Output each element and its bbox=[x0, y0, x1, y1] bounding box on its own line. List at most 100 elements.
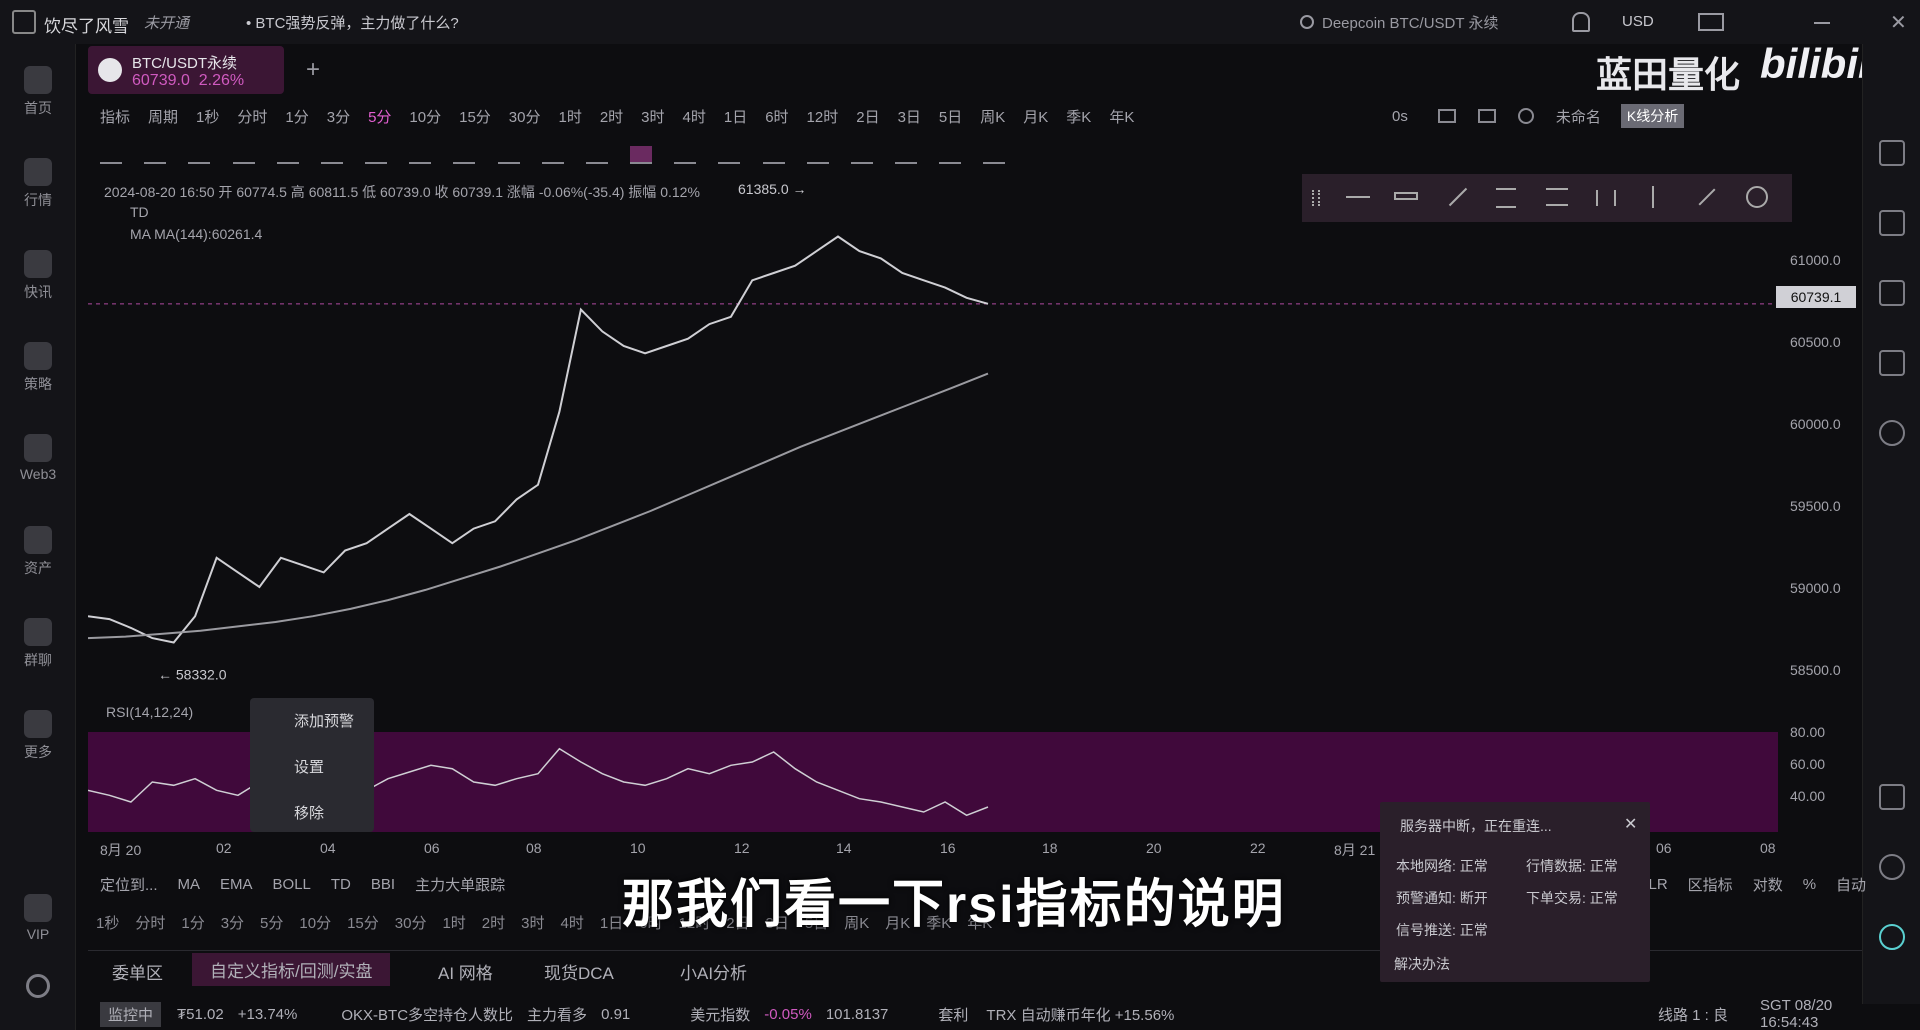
timeframe-12[interactable]: 3时 bbox=[641, 106, 664, 127]
timeframe2-11[interactable]: 4时 bbox=[560, 912, 583, 933]
close-icon[interactable]: ✕ bbox=[1890, 10, 1907, 35]
sub-tool-icon[interactable] bbox=[453, 146, 476, 164]
pencil-icon[interactable] bbox=[1477, 109, 1496, 123]
kline-analysis-button[interactable]: K线分析 bbox=[1620, 104, 1685, 128]
rect-tool-icon[interactable] bbox=[320, 146, 343, 164]
text-tool-icon[interactable] bbox=[232, 146, 255, 164]
indicator-2[interactable]: EMA bbox=[220, 876, 253, 893]
brush-tool-icon[interactable] bbox=[585, 146, 608, 164]
timeframe-21[interactable]: 月K bbox=[1023, 106, 1048, 127]
sidebar-item-strategy[interactable]: 策略 bbox=[0, 342, 76, 394]
sidebar-item-web3[interactable]: Web3 bbox=[0, 434, 76, 482]
search-input[interactable]: Deepcoin BTC/USDT 永续 bbox=[1300, 8, 1520, 36]
timeframe-0[interactable]: 指标 bbox=[100, 106, 130, 127]
assistant-icon[interactable] bbox=[1879, 924, 1905, 950]
timeframe-3[interactable]: 分时 bbox=[237, 106, 267, 127]
timeframe2-2[interactable]: 1分 bbox=[181, 912, 204, 933]
main-tool-icon[interactable] bbox=[409, 146, 432, 164]
notification-close-icon[interactable]: ✕ bbox=[1624, 814, 1637, 834]
timeframe2-6[interactable]: 15分 bbox=[347, 912, 379, 933]
timeframe-4[interactable]: 1分 bbox=[285, 106, 308, 127]
timeframe-11[interactable]: 2时 bbox=[600, 106, 623, 127]
currency-select[interactable]: USD bbox=[1622, 13, 1654, 30]
eraser-tool-icon[interactable] bbox=[718, 146, 741, 164]
trash-icon[interactable] bbox=[983, 146, 1006, 164]
timeframe-17[interactable]: 2日 bbox=[856, 106, 879, 127]
layout-icon[interactable] bbox=[1879, 784, 1905, 810]
indicator-5[interactable]: BBI bbox=[371, 876, 395, 893]
timeframe-5[interactable]: 3分 bbox=[327, 106, 350, 127]
chip-tool-icon[interactable] bbox=[497, 146, 520, 164]
timeframe2-0[interactable]: 1秒 bbox=[96, 912, 119, 933]
timeframe-9[interactable]: 30分 bbox=[509, 106, 541, 127]
indicator-3[interactable]: BOLL bbox=[273, 876, 311, 893]
support-icon[interactable] bbox=[1879, 854, 1905, 880]
status-item2[interactable]: 美元指数 bbox=[690, 1004, 750, 1025]
timeframe2-4[interactable]: 5分 bbox=[260, 912, 283, 933]
timeframe-13[interactable]: 4时 bbox=[683, 106, 706, 127]
sidebar-item-news[interactable]: 快讯 bbox=[0, 250, 76, 302]
menu-add-alert[interactable]: 添加预警 bbox=[294, 710, 354, 731]
status-item1[interactable]: OKX-BTC多空持仓人数比 bbox=[341, 1004, 513, 1025]
timeframe2-5[interactable]: 10分 bbox=[299, 912, 331, 933]
timeframe2-1[interactable]: 分时 bbox=[135, 912, 165, 933]
add-tab-button[interactable]: + bbox=[306, 56, 320, 84]
membership-badge[interactable]: 未开通 bbox=[144, 12, 189, 33]
price-chart[interactable]: ← 58332.0 61385.0 → bbox=[88, 180, 1778, 700]
timeframe2-9[interactable]: 2时 bbox=[482, 912, 505, 933]
more-tool-icon[interactable] bbox=[365, 146, 388, 164]
timeframe2-10[interactable]: 3时 bbox=[521, 912, 544, 933]
status-item3-text[interactable]: TRX 自动赚币年化 +15.56% bbox=[986, 1004, 1174, 1025]
tab-ai-analysis[interactable]: 小AI分析 bbox=[680, 959, 747, 984]
timeframe-20[interactable]: 周K bbox=[980, 106, 1005, 127]
sidebar-item-more[interactable]: 更多 bbox=[0, 710, 76, 762]
parallel-tool-icon[interactable] bbox=[276, 146, 299, 164]
timeframe-2[interactable]: 1秒 bbox=[196, 106, 219, 127]
sidebar-item-home[interactable]: 首页 bbox=[0, 66, 76, 118]
settings-gear-icon[interactable] bbox=[1517, 108, 1534, 124]
filter-icon[interactable] bbox=[939, 146, 962, 164]
indicator-right-3[interactable]: % bbox=[1803, 876, 1816, 893]
minimize-icon[interactable] bbox=[1814, 22, 1830, 24]
camera-icon[interactable] bbox=[1437, 109, 1456, 123]
tab-spot-dca[interactable]: 现货DCA bbox=[544, 959, 614, 984]
exchange-icon[interactable] bbox=[1879, 420, 1905, 446]
indicator-right-4[interactable]: 自动 bbox=[1836, 874, 1866, 895]
indicator-6[interactable]: 主力大单跟踪 bbox=[415, 874, 505, 895]
timeframe-10[interactable]: 1时 bbox=[558, 106, 581, 127]
notif-fix-link[interactable]: 解决办法 bbox=[1394, 954, 1450, 974]
orderbook-icon[interactable] bbox=[1879, 140, 1905, 166]
measure-tool-icon[interactable] bbox=[541, 146, 564, 164]
indicator-0[interactable]: 定位到... bbox=[100, 874, 158, 895]
magnet-tool-icon[interactable] bbox=[630, 146, 653, 164]
timeframe-15[interactable]: 6时 bbox=[765, 106, 788, 127]
dollar-icon[interactable] bbox=[1879, 210, 1905, 236]
sidebar-item-assets[interactable]: 资产 bbox=[0, 526, 76, 578]
timeframe2-8[interactable]: 1时 bbox=[442, 912, 465, 933]
timeframe2-7[interactable]: 30分 bbox=[395, 912, 427, 933]
settings-icon[interactable] bbox=[26, 974, 50, 998]
timeframe2-3[interactable]: 3分 bbox=[221, 912, 244, 933]
trend-tool-icon[interactable] bbox=[188, 146, 211, 164]
monitor-icon[interactable] bbox=[1879, 350, 1905, 376]
timeframe-8[interactable]: 15分 bbox=[459, 106, 491, 127]
timeframe-14[interactable]: 1日 bbox=[724, 106, 747, 127]
sidebar-item-chat[interactable]: 群聊 bbox=[0, 618, 76, 670]
bell-icon[interactable] bbox=[1572, 12, 1590, 32]
monitor-badge[interactable]: 监控中 bbox=[100, 1001, 162, 1027]
chart-tab[interactable]: BTC/USDT永续 60739.0 2.26% bbox=[88, 46, 284, 94]
timeframe-6[interactable]: 5分 bbox=[368, 106, 391, 127]
timeframe-19[interactable]: 5日 bbox=[939, 106, 962, 127]
note-tool-icon[interactable] bbox=[850, 146, 873, 164]
timeframe-22[interactable]: 季K bbox=[1066, 106, 1091, 127]
timeframe-1[interactable]: 周期 bbox=[148, 106, 178, 127]
sidebar-item-vip[interactable]: VIP bbox=[0, 894, 76, 942]
link-tool-icon[interactable] bbox=[895, 146, 918, 164]
tab-orders[interactable]: 委单区 bbox=[112, 959, 163, 984]
trend-icon[interactable] bbox=[1879, 280, 1905, 306]
sidebar-item-market[interactable]: 行情 bbox=[0, 158, 76, 210]
timeframe2-12[interactable]: 1日 bbox=[600, 912, 623, 933]
menu-settings[interactable]: 设置 bbox=[294, 756, 324, 777]
indicator-4[interactable]: TD bbox=[331, 876, 351, 893]
line-tool-icon[interactable] bbox=[100, 146, 122, 164]
